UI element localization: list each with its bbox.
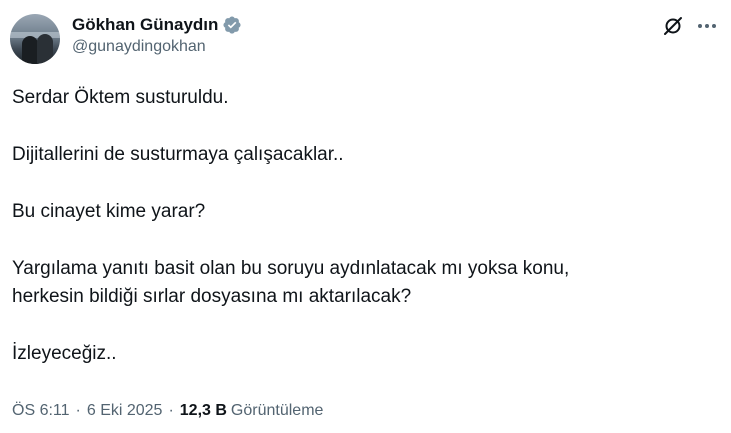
author-names: Gökhan Günaydın @gunaydingokhan [72, 14, 242, 56]
tweet-paragraph: Dijitallerini de susturmaya çalışacaklar… [12, 144, 344, 165]
grok-icon[interactable] [661, 14, 685, 38]
tweet-date[interactable]: 6 Eki 2025 [87, 402, 163, 420]
tweet-header: Gökhan Günaydın @gunaydingokhan [10, 12, 721, 64]
author-handle[interactable]: @gunaydingokhan [72, 38, 242, 56]
meta-separator: · [168, 402, 174, 419]
avatar[interactable] [10, 14, 60, 64]
avatar-figure [37, 34, 53, 64]
views-count: 12,3 B [179, 402, 227, 419]
more-options-icon[interactable] [695, 14, 719, 38]
header-actions [661, 14, 719, 38]
tweet-paragraph: Bu cinayet kime yarar? [12, 201, 206, 222]
display-name-row: Gökhan Günaydın [72, 14, 242, 36]
tweet-paragraph: İzleyeceğiz.. [12, 343, 117, 364]
tweet-time[interactable]: ÖS 6:11 [12, 402, 70, 420]
verified-badge-icon [222, 15, 242, 35]
tweet-text: Serdar Öktem susturuldu. Dijitallerini d… [12, 84, 712, 397]
tweet-meta: ÖS 6:11 · 6 Eki 2025 · 12,3 B Görüntülem… [12, 402, 323, 420]
tweet-paragraph: Yargılama yanıtı basit olan bu soruyu ay… [12, 258, 570, 307]
tweet-paragraph: Serdar Öktem susturuldu. [12, 87, 229, 108]
tweet-card: Gökhan Günaydın @gunaydingokhan Serdar Ö… [0, 0, 731, 433]
views-label: Görüntüleme [230, 402, 324, 419]
author-display-name[interactable]: Gökhan Günaydın [72, 15, 218, 35]
avatar-figure [22, 36, 38, 64]
meta-separator: · [75, 402, 81, 419]
